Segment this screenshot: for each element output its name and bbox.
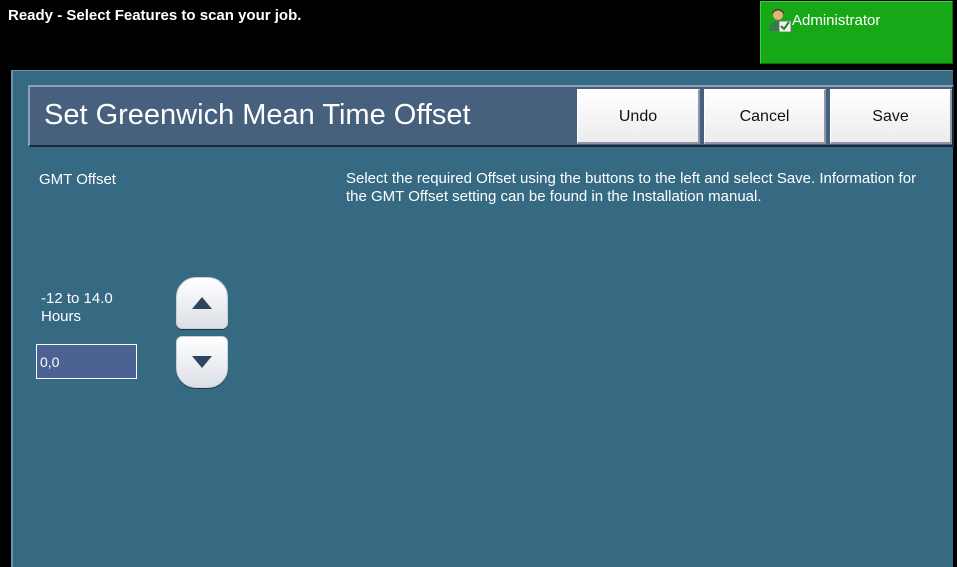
gmt-offset-field[interactable]: [36, 344, 137, 379]
undo-button[interactable]: Undo: [577, 89, 700, 144]
screen: Ready - Select Features to scan your job…: [0, 0, 957, 567]
arrow-up-icon: [192, 297, 212, 309]
decrease-offset-button[interactable]: [176, 336, 228, 388]
administrator-button[interactable]: Administrator: [760, 1, 953, 64]
range-unit: Hours: [41, 308, 82, 325]
title-bar: Set Greenwich Mean Time Offset Undo Canc…: [28, 85, 954, 147]
administrator-label: Administrator: [792, 12, 881, 29]
page-title: Set Greenwich Mean Time Offset: [44, 99, 471, 131]
status-message: Ready - Select Features to scan your job…: [8, 7, 302, 24]
cancel-button[interactable]: Cancel: [704, 89, 826, 144]
gmt-offset-label: GMT Offset: [39, 171, 116, 188]
instructions-text: Select the required Offset using the but…: [346, 170, 917, 205]
administrator-icon: [768, 9, 792, 33]
range-text: -12 to 14.0: [41, 290, 113, 307]
range-label: -12 to 14.0 Hours: [41, 290, 161, 326]
main-panel: Set Greenwich Mean Time Offset Undo Canc…: [11, 70, 954, 567]
arrow-down-icon: [192, 356, 212, 368]
status-bar: Ready - Select Features to scan your job…: [0, 0, 957, 68]
save-button[interactable]: Save: [830, 89, 952, 144]
increase-offset-button[interactable]: [176, 277, 228, 329]
